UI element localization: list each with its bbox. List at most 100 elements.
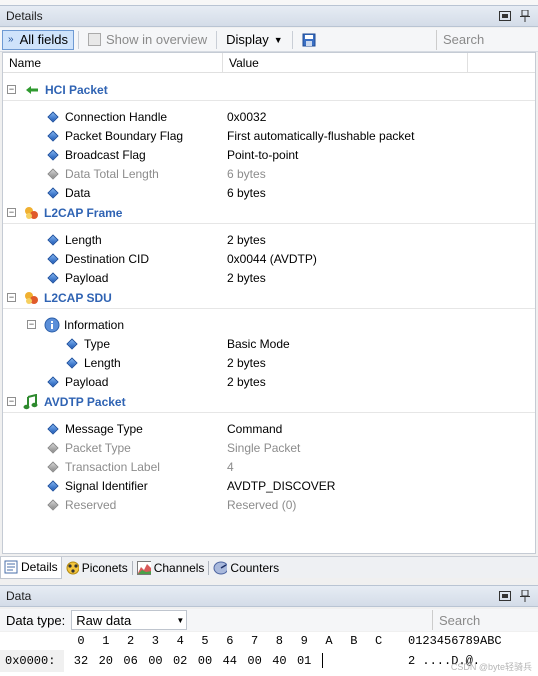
field-name: Payload bbox=[65, 270, 109, 285]
data-panel-header: Data bbox=[0, 585, 538, 607]
hex-byte[interactable]: 02 bbox=[168, 654, 192, 668]
tab-channels[interactable]: Channels bbox=[134, 557, 208, 579]
subgroup-information[interactable]: − Information bbox=[3, 315, 535, 334]
field-name: Data Total Length bbox=[65, 166, 159, 181]
field-row[interactable]: Payload 2 bytes bbox=[3, 372, 535, 391]
collapse-icon[interactable]: − bbox=[7, 293, 16, 302]
watermark: CSDN @byte轻骑兵 bbox=[450, 662, 532, 672]
field-row[interactable]: Payload 2 bytes bbox=[3, 268, 535, 287]
field-name: Transaction Label bbox=[65, 459, 160, 474]
name-column-header[interactable]: Name bbox=[3, 53, 223, 72]
field-row[interactable]: Length 2 bytes bbox=[3, 353, 535, 372]
hex-column-header: 9 bbox=[300, 634, 308, 648]
field-row[interactable]: Length 2 bytes bbox=[3, 230, 535, 249]
hex-byte[interactable]: 01 bbox=[292, 654, 316, 668]
field-icon bbox=[66, 337, 78, 350]
l2cap-frame-icon bbox=[25, 206, 38, 219]
hex-column-header: 6 bbox=[226, 634, 234, 648]
field-row[interactable]: Message Type Command bbox=[3, 419, 535, 438]
hex-byte[interactable]: 44 bbox=[218, 654, 242, 668]
hex-byte[interactable]: 00 bbox=[193, 654, 217, 668]
tab-label: Details bbox=[21, 560, 58, 574]
field-icon bbox=[47, 498, 59, 511]
field-name: Payload bbox=[65, 374, 109, 389]
field-row[interactable]: Broadcast Flag Point-to-point bbox=[3, 145, 535, 164]
tab-details[interactable]: Details bbox=[0, 556, 62, 579]
field-name: Data bbox=[65, 185, 91, 200]
hex-byte[interactable]: 06 bbox=[119, 654, 143, 668]
tab-label: Channels bbox=[153, 560, 205, 575]
display-dropdown-button[interactable]: Display ▼ bbox=[221, 30, 288, 50]
field-value: Basic Mode bbox=[227, 336, 290, 351]
hex-column-header: A bbox=[325, 634, 333, 648]
tab-piconets[interactable]: Piconets bbox=[62, 557, 131, 579]
piconet-icon bbox=[66, 561, 79, 574]
data-search-input[interactable]: Search bbox=[432, 610, 536, 630]
field-row[interactable]: Packet Type Single Packet bbox=[3, 438, 535, 457]
hex-byte[interactable]: 00 bbox=[243, 654, 267, 668]
collapse-icon[interactable]: − bbox=[7, 397, 16, 406]
field-row[interactable]: Connection Handle 0x0032 bbox=[3, 107, 535, 126]
field-row[interactable]: Data 6 bytes bbox=[3, 183, 535, 202]
hex-byte[interactable]: 32 bbox=[69, 654, 93, 668]
field-name: Signal Identifier bbox=[65, 478, 148, 493]
details-search-input[interactable]: Search bbox=[436, 29, 536, 50]
field-name: Type bbox=[84, 336, 111, 351]
pin-icon[interactable] bbox=[518, 590, 532, 602]
hex-byte[interactable]: 00 bbox=[143, 654, 167, 668]
show-in-overview-button[interactable]: Show in overview bbox=[83, 30, 212, 50]
group-title: L2CAP SDU bbox=[44, 290, 112, 305]
chevron-down-icon: ▼ bbox=[176, 615, 185, 625]
field-row[interactable]: Signal Identifier AVDTP_DISCOVER bbox=[3, 476, 535, 495]
group-l2cap-sdu[interactable]: − L2CAP SDU bbox=[3, 287, 535, 308]
field-row[interactable]: Transaction Label 4 bbox=[3, 457, 535, 476]
save-display-button[interactable] bbox=[297, 30, 321, 50]
field-name: Packet Type bbox=[65, 440, 131, 455]
field-value: 0x0044 (AVDTP) bbox=[227, 251, 317, 266]
value-column-header[interactable]: Value bbox=[223, 53, 468, 72]
group-l2cap-frame[interactable]: − L2CAP Frame bbox=[3, 202, 535, 223]
details-panel-header: Details bbox=[0, 5, 538, 27]
field-row[interactable]: Packet Boundary Flag First automatically-… bbox=[3, 126, 535, 145]
collapse-icon[interactable]: − bbox=[27, 320, 36, 329]
pin-icon[interactable] bbox=[518, 10, 532, 22]
field-row[interactable]: Reserved Reserved (0) bbox=[3, 495, 535, 514]
all-fields-button[interactable]: » All fields bbox=[2, 29, 74, 50]
hex-byte[interactable]: 20 bbox=[94, 654, 118, 668]
column-header: Name Value bbox=[3, 53, 535, 73]
field-row[interactable]: Type Basic Mode bbox=[3, 334, 535, 353]
tab-counters[interactable]: Counters bbox=[210, 557, 282, 579]
field-value: 2 bytes bbox=[227, 374, 266, 389]
field-value: 2 bytes bbox=[227, 355, 266, 370]
field-value: Reserved (0) bbox=[227, 497, 297, 512]
field-icon bbox=[66, 356, 78, 369]
collapse-icon[interactable]: − bbox=[7, 208, 16, 217]
field-row[interactable]: Data Total Length 6 bytes bbox=[3, 164, 535, 183]
l2cap-sdu-icon bbox=[25, 291, 38, 304]
details-panel-title: Details bbox=[6, 9, 43, 23]
data-panel-title: Data bbox=[6, 589, 32, 603]
details-icon bbox=[4, 560, 18, 574]
all-fields-label: All fields bbox=[19, 32, 68, 47]
group-avdtp-packet[interactable]: − AVDTP Packet bbox=[3, 391, 535, 412]
field-icon bbox=[47, 186, 59, 199]
field-value: 6 bytes bbox=[227, 166, 266, 181]
hex-column-header: B bbox=[350, 634, 358, 648]
field-value: 2 bytes bbox=[227, 232, 266, 247]
details-tree: Name Value − HCI Packet Connection Handl… bbox=[2, 52, 536, 554]
field-icon bbox=[47, 148, 59, 161]
collapse-icon[interactable]: − bbox=[7, 85, 16, 94]
hex-byte[interactable]: 40 bbox=[267, 654, 291, 668]
field-icon bbox=[47, 233, 59, 246]
show-in-overview-label: Show in overview bbox=[105, 32, 208, 47]
field-row[interactable]: Destination CID 0x0044 (AVDTP) bbox=[3, 249, 535, 268]
window-position-icon[interactable] bbox=[498, 590, 512, 602]
green-arrow-left-icon bbox=[26, 85, 38, 94]
group-hci-packet[interactable]: − HCI Packet bbox=[3, 79, 535, 100]
ascii-header: 0123456789ABC bbox=[408, 634, 502, 648]
data-type-select[interactable]: Raw data ▼ bbox=[71, 610, 188, 630]
window-position-icon[interactable] bbox=[498, 10, 512, 22]
hex-column-header: 5 bbox=[201, 634, 209, 648]
hex-cursor bbox=[322, 653, 323, 668]
field-icon bbox=[47, 441, 59, 454]
